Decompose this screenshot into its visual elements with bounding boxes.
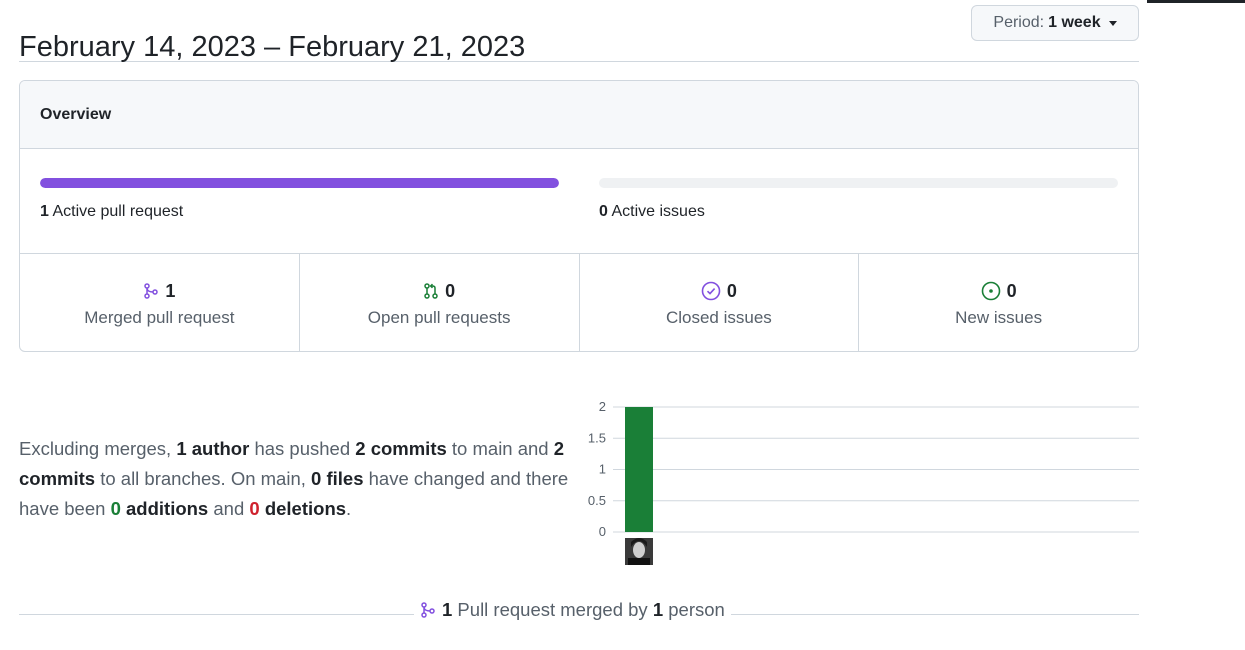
- commit-summary: Excluding merges, 1 author has pushed 2 …: [19, 434, 579, 524]
- files-changed[interactable]: 0 files: [311, 468, 363, 489]
- stat-merged-pull-requests[interactable]: 1 Merged pull request: [20, 254, 300, 351]
- contributor-avatar[interactable]: [625, 538, 653, 565]
- commits-bar-chart: 0 0.5 1 1.5 2: [588, 399, 1139, 565]
- merged-pr-footer: 1 Pull request merged by 1 person: [19, 597, 1139, 627]
- active-issues[interactable]: 0 Active issues: [599, 178, 1118, 221]
- y-tick-label: 1.5: [588, 430, 606, 445]
- summary-text: has pushed: [249, 438, 356, 459]
- y-tick-label: 0: [599, 524, 606, 539]
- period-dropdown-button[interactable]: Period: 1 week: [971, 5, 1139, 41]
- footer-summary: 1 Pull request merged by 1 person: [414, 597, 731, 623]
- new-issue-icon: [981, 281, 1000, 301]
- open-pr-icon: [424, 283, 438, 299]
- overview-stats: 1 Merged pull request 0 Open pull reques…: [20, 254, 1138, 351]
- merged-pr-label: Merged pull request: [84, 308, 235, 327]
- chevron-down-icon: [1108, 20, 1117, 26]
- active-issues-text: 0 Active issues: [599, 203, 1118, 221]
- open-pr-count: 0: [445, 280, 456, 301]
- commit-bar[interactable]: [625, 407, 653, 532]
- merged-pr-icon: [421, 602, 435, 618]
- footer-text: Pull request merged by: [452, 599, 653, 620]
- new-issues-label: New issues: [955, 308, 1043, 327]
- y-tick-label: 2: [599, 399, 606, 414]
- people-count: 1: [652, 599, 664, 620]
- active-issues-label: Active issues: [611, 203, 705, 220]
- overview-panel: Overview 1 Active pull request 0 Active …: [19, 80, 1139, 352]
- page-header: February 14, 2023 – February 21, 2023 Pe…: [19, 0, 1139, 64]
- activity-bars: 1 Active pull request 0 Active issues: [20, 149, 1138, 254]
- footer-text: person: [663, 599, 725, 620]
- merged-pr-count: 1: [165, 280, 176, 301]
- stat-open-pull-requests[interactable]: 0 Open pull requests: [300, 254, 580, 351]
- period-label: Period:: [993, 14, 1045, 31]
- summary-text: to main and: [446, 438, 554, 459]
- page-title: February 14, 2023 – February 21, 2023: [19, 31, 526, 64]
- deletions-count: 0: [249, 498, 260, 519]
- pull-request-progress-bar: [40, 178, 559, 188]
- y-tick-label: 0.5: [588, 493, 606, 508]
- summary-text: Excluding merges,: [19, 438, 177, 459]
- active-issues-count: 0: [599, 203, 608, 220]
- active-pull-request-label: Active pull request: [52, 203, 184, 220]
- merged-pr-total: 1: [442, 599, 453, 620]
- stat-new-issues[interactable]: 0 New issues: [859, 254, 1138, 351]
- issues-progress-bar: [599, 178, 1118, 188]
- overview-title: Overview: [20, 81, 1138, 149]
- summary-text: .: [346, 498, 352, 519]
- commits-to-main[interactable]: 2 commits: [355, 438, 447, 459]
- open-pr-label: Open pull requests: [367, 308, 511, 327]
- stat-closed-issues[interactable]: 0 Closed issues: [580, 254, 860, 351]
- merged-pr-icon: [144, 283, 159, 299]
- additions-label: additions: [120, 498, 209, 519]
- deletions-label: deletions: [259, 498, 347, 519]
- active-pull-request-text: 1 Active pull request: [40, 203, 559, 221]
- author-count[interactable]: 1 author: [176, 438, 249, 459]
- pull-request-progress-fill: [40, 178, 559, 188]
- closed-issue-icon: [701, 281, 721, 301]
- active-pull-requests[interactable]: 1 Active pull request: [40, 178, 559, 221]
- new-issues-count: 0: [1006, 280, 1017, 301]
- closed-issues-count: 0: [726, 280, 737, 301]
- summary-text: to all branches. On main,: [95, 468, 312, 489]
- y-tick-label: 1: [599, 462, 606, 477]
- summary-text: and: [208, 498, 250, 519]
- active-pull-request-count: 1: [40, 203, 49, 220]
- closed-issues-label: Closed issues: [665, 308, 772, 327]
- window-edge: [1147, 0, 1245, 3]
- additions-count: 0: [110, 498, 121, 519]
- period-value: 1 week: [1048, 14, 1101, 31]
